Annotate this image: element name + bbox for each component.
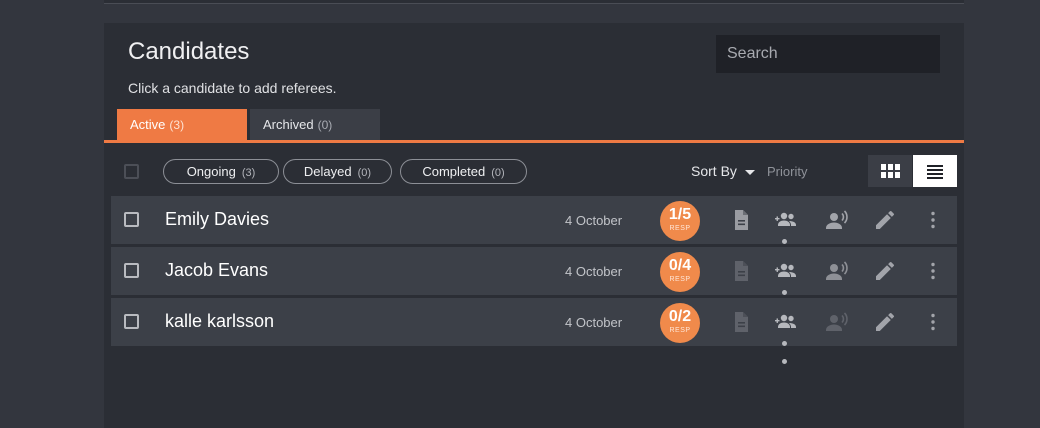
more-vertical-icon[interactable]: [921, 259, 945, 283]
filter-completed-count: (0): [491, 167, 505, 179]
grid-view-icon: [881, 164, 900, 178]
response-label: RESP: [669, 225, 691, 232]
referee-dots: [782, 231, 794, 262]
candidate-name: Jacob Evans: [165, 260, 269, 280]
page-subtitle: Click a candidate to add referees.: [128, 80, 337, 96]
tab-archived-label: Archived: [263, 117, 314, 132]
candidate-row[interactable]: kalle karlsson 4 October 0/2 RESP: [111, 298, 957, 364]
candidate-row[interactable]: Emily Davies 4 October 1/5 RESP: [111, 196, 957, 262]
candidates-panel: Candidates Click a candidate to add refe…: [104, 23, 964, 428]
filter-ongoing-label: Ongoing: [186, 164, 236, 179]
select-all-checkbox[interactable]: [124, 164, 139, 179]
candidate-name: Emily Davies: [165, 209, 270, 229]
search-input[interactable]: [716, 35, 940, 73]
tab-active[interactable]: Active (3): [117, 109, 247, 140]
tab-active-label: Active: [130, 117, 166, 132]
list-view-icon: [927, 165, 943, 181]
filter-delayed-count: (0): [357, 167, 372, 179]
more-vertical-icon[interactable]: [921, 310, 945, 334]
tab-archived-count: (0): [317, 118, 333, 132]
add-referee-icon[interactable]: [775, 208, 799, 232]
tab-active-count: (3): [169, 118, 185, 132]
row-checkbox[interactable]: [124, 212, 139, 227]
pencil-icon[interactable]: [873, 208, 897, 232]
tab-archived[interactable]: Archived (0): [250, 109, 380, 140]
document-icon[interactable]: [729, 208, 753, 232]
grid-view-button[interactable]: [868, 155, 912, 187]
response-label: RESP: [669, 276, 691, 283]
document-icon[interactable]: [729, 310, 753, 334]
add-referee-icon[interactable]: [775, 259, 799, 283]
more-vertical-icon[interactable]: [921, 208, 945, 232]
tab-underline: [104, 140, 964, 143]
filter-delayed-label: Delayed: [303, 164, 352, 179]
list-view-button[interactable]: [913, 155, 957, 187]
voice-icon[interactable]: [825, 208, 849, 232]
pencil-icon[interactable]: [873, 310, 897, 334]
sort-value: Priority: [767, 164, 808, 179]
page-title: Candidates: [128, 38, 250, 65]
candidate-name: kalle karlsson: [165, 311, 275, 331]
filter-ongoing-count: (3): [241, 167, 256, 179]
candidate-date: 4 October: [565, 315, 623, 330]
document-icon[interactable]: [729, 259, 753, 283]
row-checkbox[interactable]: [124, 314, 139, 329]
referee-dots: [782, 282, 794, 313]
voice-icon[interactable]: [825, 259, 849, 283]
voice-icon[interactable]: [825, 310, 849, 334]
sort-by-dropdown[interactable]: Sort By: [691, 163, 755, 179]
response-badge: 1/5 RESP: [660, 201, 700, 241]
response-count: 0/4: [668, 257, 692, 274]
response-label: RESP: [669, 327, 691, 334]
filter-completed[interactable]: Completed (0): [400, 159, 527, 184]
add-referee-icon[interactable]: [775, 310, 799, 334]
filter-delayed[interactable]: Delayed (0): [283, 159, 392, 184]
referee-dots: [782, 333, 794, 364]
candidate-date: 4 October: [565, 264, 623, 279]
top-divider: [104, 3, 964, 4]
candidate-row[interactable]: Jacob Evans 4 October 0/4 RESP: [111, 247, 957, 313]
response-count: 0/2: [668, 308, 692, 325]
row-checkbox[interactable]: [124, 263, 139, 278]
pencil-icon[interactable]: [873, 259, 897, 283]
sort-by-label: Sort By: [691, 163, 737, 179]
candidate-date: 4 October: [565, 213, 623, 228]
filter-ongoing[interactable]: Ongoing (3): [163, 159, 279, 184]
filter-completed-label: Completed: [422, 164, 486, 179]
caret-down-icon: [744, 169, 755, 175]
response-badge: 0/4 RESP: [660, 252, 700, 292]
response-badge: 0/2 RESP: [660, 303, 700, 343]
response-count: 1/5: [668, 206, 692, 223]
